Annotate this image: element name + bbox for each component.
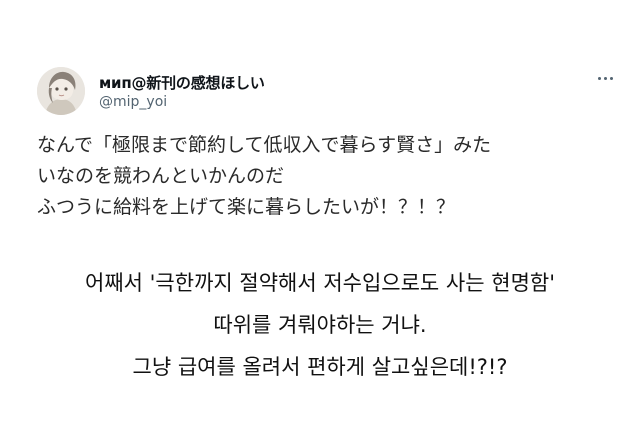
user-display-name[interactable]: мип@新刊の感想ほしい bbox=[99, 72, 265, 93]
more-dot bbox=[597, 76, 601, 80]
user-handle[interactable]: @mip_yoi bbox=[99, 94, 167, 110]
tweet-text-line: ふつうに給料を上げて楽に暮らしたいが！？！？ bbox=[37, 196, 456, 218]
translation-line: 따위를 겨뤄야하는 거냐. bbox=[213, 313, 427, 337]
tweet-body: なんで「極限まで節約して低収入で暮らす賢さ」みた いなのを競わんといかんのだ ふ… bbox=[37, 130, 607, 223]
translation-line: 그냥 급여를 올려서 편하게 살고싶은데!?!? bbox=[132, 355, 508, 379]
more-dot bbox=[603, 76, 607, 80]
user-avatar[interactable] bbox=[37, 67, 85, 115]
tweet-text-line: いなのを競わんといかんのだ bbox=[37, 165, 285, 187]
korean-translation: 어째서 '극한까지 절약해서 저수입으로도 사는 현명함' 따위를 겨뤄야하는 … bbox=[20, 262, 620, 388]
tweet-card: мип@新刊の感想ほしい @mip_yoi なんで「極限まで節約して低収入で暮ら… bbox=[0, 0, 640, 444]
tweet-text-line: なんで「極限まで節約して低収入で暮らす賢さ」みた bbox=[37, 134, 492, 156]
translation-line: 어째서 '극한까지 절약해서 저수입으로도 사는 현명함' bbox=[85, 271, 555, 295]
avatar-illustration bbox=[37, 67, 85, 115]
more-dot bbox=[609, 76, 613, 80]
more-options-icon[interactable] bbox=[592, 66, 618, 90]
